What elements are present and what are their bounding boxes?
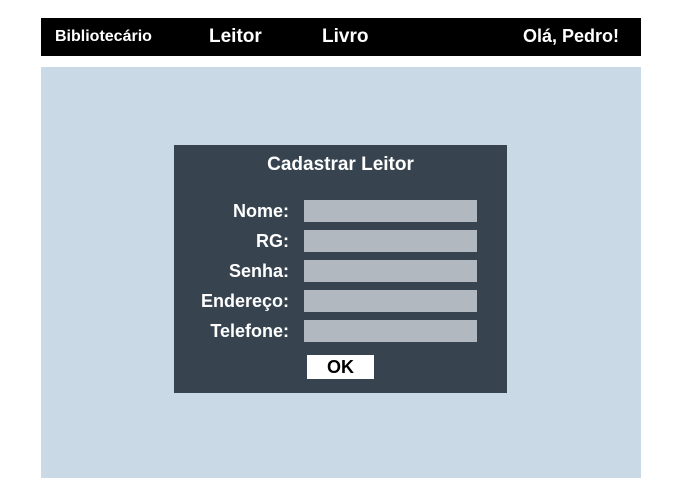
- form-row-rg: RG:: [174, 230, 507, 252]
- nome-label: Nome:: [232, 201, 289, 221]
- ok-button[interactable]: OK: [307, 355, 374, 379]
- telefone-input[interactable]: [304, 320, 477, 342]
- senha-label: Senha:: [228, 261, 289, 281]
- endereco-label: Endereço:: [200, 291, 289, 311]
- form-row-senha: Senha:: [174, 260, 507, 282]
- endereco-input[interactable]: [304, 290, 477, 312]
- user-greeting: Olá, Pedro!: [522, 26, 619, 46]
- rg-label: RG:: [256, 231, 289, 251]
- senha-input[interactable]: [304, 260, 477, 282]
- form-row-nome: Nome:: [174, 200, 507, 222]
- nome-input[interactable]: [304, 200, 477, 222]
- form-row-endereco: Endereço:: [174, 290, 507, 312]
- dialog-title: Cadastrar Leitor: [267, 154, 414, 175]
- register-reader-dialog: Cadastrar Leitor Nome: RG: Senha: Endere…: [174, 145, 507, 393]
- telefone-label: Telefone:: [210, 321, 289, 341]
- nav-item-leitor[interactable]: Leitor: [209, 18, 262, 56]
- top-navbar: Bibliotecário Leitor Livro Olá, Pedro!: [41, 18, 641, 56]
- form-row-telefone: Telefone:: [174, 320, 507, 342]
- nav-item-livro[interactable]: Livro: [322, 18, 368, 56]
- nav-item-bibliotecario[interactable]: Bibliotecário: [55, 18, 152, 56]
- rg-input[interactable]: [304, 230, 477, 252]
